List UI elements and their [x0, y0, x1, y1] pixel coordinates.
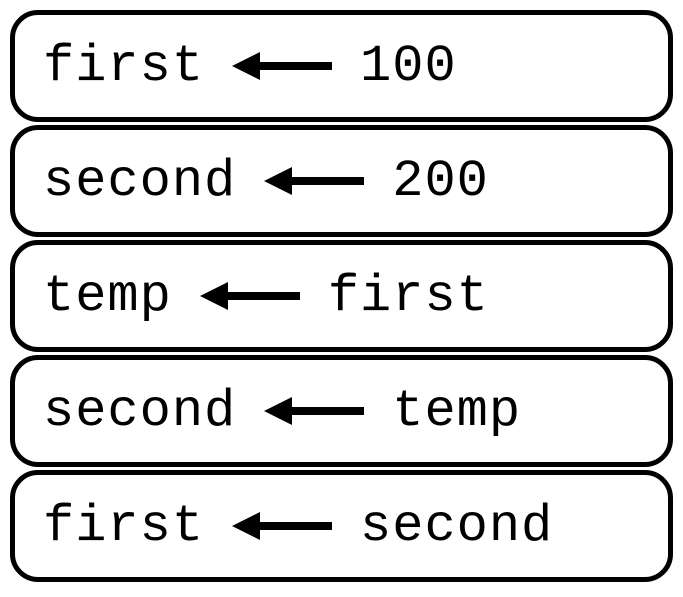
- assignment-source: temp: [392, 382, 521, 441]
- assignment-source: 200: [392, 152, 489, 211]
- assignment-block-5: first second: [10, 470, 673, 582]
- assignment-target: second: [43, 382, 236, 441]
- assignment-target: first: [43, 37, 204, 96]
- assignment-source: 100: [360, 37, 457, 96]
- assignment-block-2: second 200: [10, 125, 673, 237]
- assign-arrow-icon: [200, 280, 300, 312]
- assign-arrow-icon: [264, 165, 364, 197]
- assignment-source: second: [360, 497, 553, 556]
- assignment-target: first: [43, 497, 204, 556]
- assignment-block-4: second temp: [10, 355, 673, 467]
- assignment-block-3: temp first: [10, 240, 673, 352]
- assign-arrow-icon: [232, 50, 332, 82]
- assignment-source: first: [328, 267, 489, 326]
- assign-arrow-icon: [264, 395, 364, 427]
- assignment-target: second: [43, 152, 236, 211]
- assign-arrow-icon: [232, 510, 332, 542]
- assignment-block-1: first 100: [10, 10, 673, 122]
- assignment-target: temp: [43, 267, 172, 326]
